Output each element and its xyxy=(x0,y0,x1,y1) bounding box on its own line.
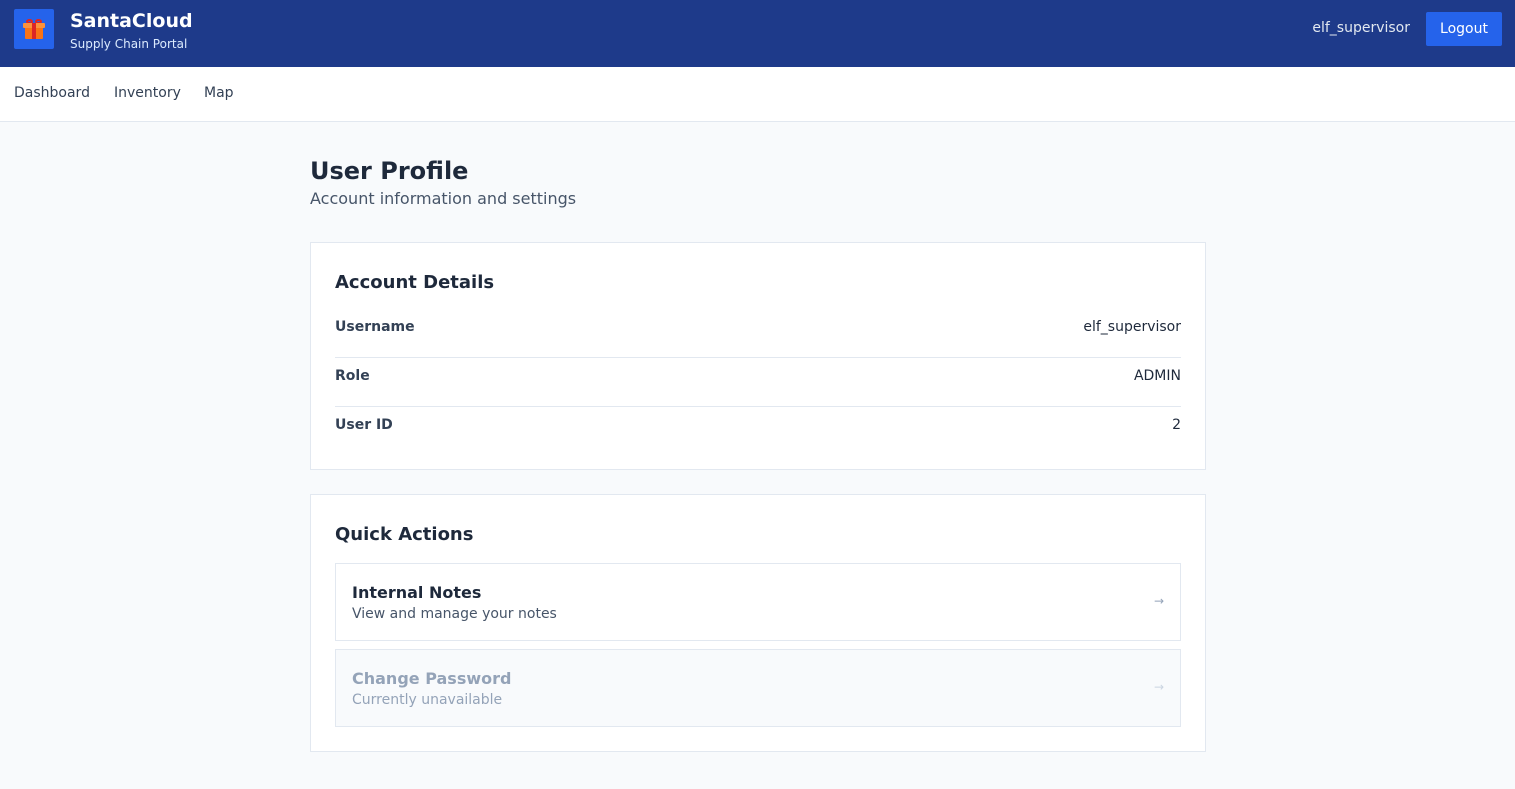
gift-icon xyxy=(23,19,45,39)
account-details-card: Account Details Username elf_supervisor … xyxy=(310,242,1206,470)
detail-label: Role xyxy=(335,368,370,384)
quick-actions-card: Quick Actions Internal Notes View and ma… xyxy=(310,494,1206,752)
current-username: elf_supervisor xyxy=(1312,20,1410,36)
logout-button[interactable]: Logout xyxy=(1426,12,1502,46)
nav-item-dashboard[interactable]: Dashboard xyxy=(14,85,90,101)
logo[interactable] xyxy=(14,9,54,49)
top-header: SantaCloud Supply Chain Portal elf_super… xyxy=(0,0,1515,67)
detail-value: 2 xyxy=(1172,417,1181,433)
nav-item-map[interactable]: Map xyxy=(204,85,234,101)
brand-subtitle: Supply Chain Portal xyxy=(70,37,188,51)
action-title: Change Password xyxy=(352,669,512,688)
detail-row-user-id: User ID 2 xyxy=(335,407,1181,456)
action-description: View and manage your notes xyxy=(352,606,557,622)
detail-value: ADMIN xyxy=(1133,368,1181,384)
arrow-right-icon: → xyxy=(1153,680,1164,694)
action-change-password: Change Password Currently unavailable → xyxy=(335,649,1181,727)
detail-label: Username xyxy=(335,319,415,335)
card-title-account-details: Account Details xyxy=(335,272,495,293)
nav-item-inventory[interactable]: Inventory xyxy=(114,85,181,101)
main-nav: Dashboard Inventory Map xyxy=(0,67,1515,122)
detail-row-username: Username elf_supervisor xyxy=(335,309,1181,358)
card-title-quick-actions: Quick Actions xyxy=(335,524,474,545)
detail-row-role: Role ADMIN xyxy=(335,358,1181,407)
page-title: User Profile xyxy=(310,157,469,185)
brand-title: SantaCloud xyxy=(70,10,193,32)
page-subtitle: Account information and settings xyxy=(310,189,577,208)
detail-label: User ID xyxy=(335,417,393,433)
action-description: Currently unavailable xyxy=(352,692,503,708)
arrow-right-icon: → xyxy=(1153,594,1164,608)
action-title: Internal Notes xyxy=(352,583,482,602)
detail-value: elf_supervisor xyxy=(1083,319,1181,335)
action-internal-notes[interactable]: Internal Notes View and manage your note… xyxy=(335,563,1181,641)
